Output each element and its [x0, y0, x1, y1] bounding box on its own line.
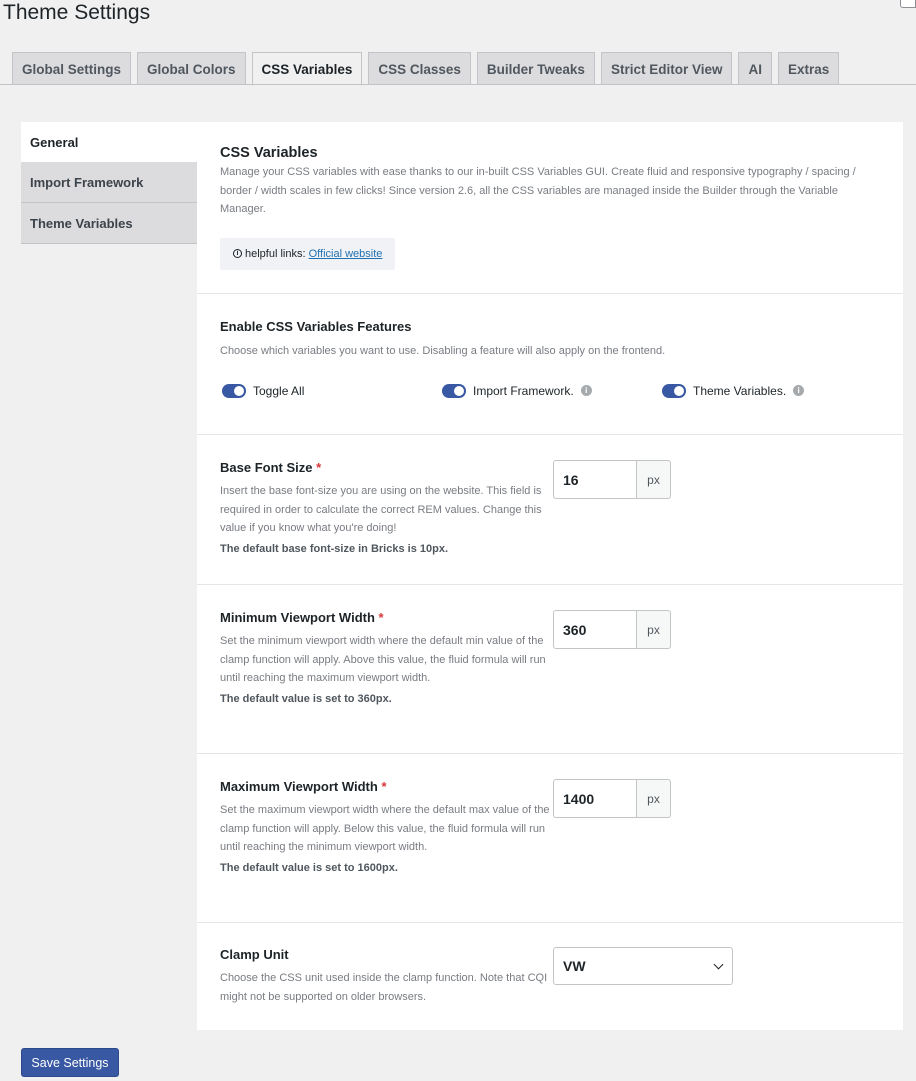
- min-viewport-width-description: Set the minimum viewport width where the…: [220, 635, 546, 684]
- base-font-size-text: Base Font Size: [220, 460, 313, 475]
- base-font-size-label: Base Font Size *: [220, 460, 553, 475]
- screen-options-toggle[interactable]: [900, 0, 916, 8]
- chevron-down-icon: [713, 959, 724, 970]
- features-section: Enable CSS Variables Features Choose whi…: [197, 294, 903, 435]
- clamp-unit-label: Clamp Unit: [220, 947, 289, 962]
- tab-global-colors[interactable]: Global Colors: [137, 52, 246, 85]
- base-font-size-section: Base Font Size * Insert the base font-si…: [197, 435, 903, 585]
- info-tooltip-icon[interactable]: i: [793, 385, 805, 396]
- features-description: Choose which variables you want to use. …: [220, 345, 666, 357]
- base-font-size-input[interactable]: 16 px: [553, 460, 671, 499]
- save-settings-button[interactable]: Save Settings: [21, 1048, 119, 1077]
- import-framework-label: Import Framework.: [473, 383, 574, 398]
- toggle-all-switch[interactable]: [222, 383, 246, 398]
- intro-section: CSS Variables Manage your CSS variables …: [197, 122, 903, 294]
- max-viewport-section: Maximum Viewport Width * Set the maximum…: [197, 754, 903, 923]
- px-unit-label: px: [637, 779, 671, 818]
- max-viewport-width-value[interactable]: 1400: [553, 779, 637, 818]
- min-viewport-width-note: The default value is set to 360px.: [220, 692, 392, 705]
- tab-ai[interactable]: AI: [738, 52, 772, 85]
- clamp-unit-value: VW: [563, 958, 586, 974]
- max-viewport-width-label: Maximum Viewport Width *: [220, 779, 553, 794]
- helpful-links-box: i helpful links: Official website: [220, 237, 396, 270]
- intro-description: Manage your CSS variables with ease than…: [220, 166, 856, 215]
- clamp-unit-select[interactable]: VW: [553, 947, 733, 985]
- section-title: CSS Variables: [220, 145, 318, 161]
- required-marker: *: [316, 460, 322, 475]
- tab-global-settings[interactable]: Global Settings: [12, 52, 132, 85]
- base-font-size-value[interactable]: 16: [553, 460, 637, 499]
- required-marker: *: [378, 610, 384, 625]
- toggle-all[interactable]: Toggle All: [220, 383, 440, 398]
- min-viewport-width-label: Minimum Viewport Width *: [220, 610, 553, 625]
- import-framework-switch[interactable]: [442, 383, 466, 398]
- settings-panel: CSS Variables Manage your CSS variables …: [197, 122, 903, 1030]
- page-title: Theme Settings: [3, 1, 151, 24]
- info-tooltip-icon[interactable]: i: [580, 385, 592, 396]
- min-viewport-width-text: Minimum Viewport Width: [220, 610, 375, 625]
- required-marker: *: [381, 779, 387, 794]
- tab-strict-editor-view[interactable]: Strict Editor View: [600, 52, 733, 85]
- tab-css-classes[interactable]: CSS Classes: [368, 52, 471, 85]
- info-icon: i: [233, 249, 242, 258]
- toggle-import-framework[interactable]: Import Framework. i: [440, 383, 660, 398]
- official-website-link[interactable]: Official website: [309, 248, 383, 260]
- toggle-theme-variables[interactable]: Theme Variables. i: [660, 383, 880, 398]
- px-unit-label: px: [637, 610, 671, 649]
- base-font-size-description: Insert the base font-size you are using …: [220, 485, 542, 534]
- max-viewport-width-input[interactable]: 1400 px: [553, 779, 671, 818]
- clamp-unit-description: Choose the CSS unit used inside the clam…: [220, 972, 548, 1003]
- theme-variables-label: Theme Variables.: [693, 383, 787, 398]
- max-viewport-width-note: The default value is set to 1600px.: [220, 861, 398, 874]
- max-viewport-width-text: Maximum Viewport Width: [220, 779, 378, 794]
- helpful-links-label: helpful links:: [245, 247, 306, 260]
- tab-extras[interactable]: Extras: [777, 52, 840, 85]
- clamp-unit-section: Clamp Unit Choose the CSS unit used insi…: [197, 923, 903, 1030]
- max-viewport-width-description: Set the maximum viewport width where the…: [220, 804, 550, 853]
- px-unit-label: px: [637, 460, 671, 499]
- min-viewport-width-input[interactable]: 360 px: [553, 610, 671, 649]
- base-font-size-note: The default base font-size in Bricks is …: [220, 542, 449, 555]
- feature-toggles: Toggle All Import Framework. i Theme Var…: [220, 383, 880, 398]
- tabs-divider: [0, 84, 916, 85]
- settings-tabs: Global Settings Global Colors CSS Variab…: [12, 52, 845, 86]
- section-sidenav: General Import Framework Theme Variables: [21, 122, 197, 244]
- sidenav-item-import-framework[interactable]: Import Framework: [21, 162, 197, 203]
- theme-variables-switch[interactable]: [662, 383, 686, 398]
- tab-builder-tweaks[interactable]: Builder Tweaks: [476, 52, 595, 85]
- min-viewport-section: Minimum Viewport Width * Set the minimum…: [197, 585, 903, 754]
- toggle-all-label: Toggle All: [253, 383, 305, 398]
- tab-css-variables[interactable]: CSS Variables: [251, 52, 363, 86]
- features-title: Enable CSS Variables Features: [220, 319, 412, 334]
- sidenav-item-theme-variables[interactable]: Theme Variables: [21, 203, 197, 244]
- sidenav-item-general[interactable]: General: [21, 122, 197, 162]
- min-viewport-width-value[interactable]: 360: [553, 610, 637, 649]
